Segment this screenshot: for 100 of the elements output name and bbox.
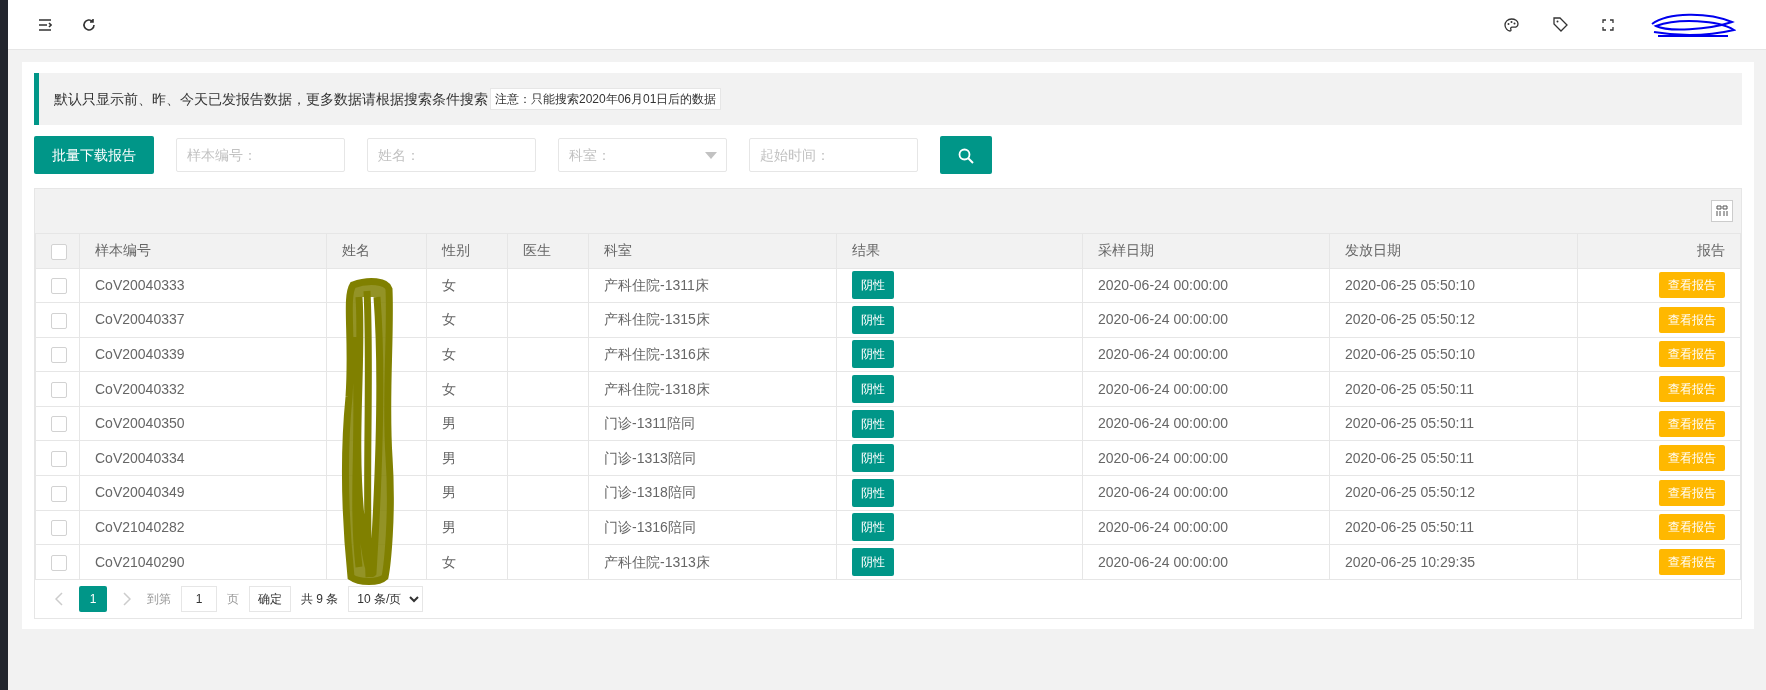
input-field[interactable]: 样本编号： bbox=[176, 138, 345, 172]
batch-download-button[interactable]: 批量下载报告 bbox=[34, 136, 154, 174]
date-text: 2020-06-25 05:50:10 bbox=[1345, 346, 1475, 362]
sex-text: 女 bbox=[442, 346, 456, 362]
page-size-select[interactable]: 10 条/页 bbox=[348, 585, 424, 612]
department-text: 门诊-1311陪同 bbox=[604, 415, 695, 432]
column-header: 报告 bbox=[1697, 242, 1725, 259]
select-all-checkbox[interactable] bbox=[51, 243, 67, 260]
sample-id: CoV20040333 bbox=[95, 276, 185, 293]
total-count: 共 9 条 bbox=[301, 590, 339, 608]
result-badge: 阴性 bbox=[852, 548, 894, 577]
column-header: 医生 bbox=[523, 242, 551, 259]
sample-id: CoV21040282 bbox=[95, 518, 185, 535]
input-field[interactable]: 姓名： bbox=[367, 138, 536, 172]
column-header: 采样日期 bbox=[1098, 242, 1154, 259]
view-report-button[interactable]: 查看报告 bbox=[1659, 479, 1725, 506]
view-report-button[interactable]: 查看报告 bbox=[1659, 376, 1725, 403]
page-button[interactable]: 1 bbox=[79, 585, 107, 612]
row-checkbox[interactable] bbox=[51, 451, 67, 468]
date-text: 2020-06-25 05:50:10 bbox=[1345, 276, 1475, 293]
input-field[interactable]: 起始时间： bbox=[749, 138, 918, 172]
sample-id: CoV20040350 bbox=[95, 415, 185, 432]
menu-icon[interactable] bbox=[38, 18, 52, 31]
sex-text: 男 bbox=[442, 415, 456, 432]
department-text: 产科住院-1313床 bbox=[604, 553, 710, 570]
date-text: 2020-06-25 05:50:12 bbox=[1345, 484, 1475, 501]
result-badge: 阴性 bbox=[852, 409, 894, 438]
result-badge: 阴性 bbox=[852, 444, 894, 473]
next-page-icon[interactable] bbox=[123, 591, 131, 606]
view-report-button[interactable]: 查看报告 bbox=[1659, 445, 1725, 472]
column-header: 结果 bbox=[852, 242, 880, 259]
row-checkbox[interactable] bbox=[51, 312, 67, 329]
department-text: 产科住院-1311床 bbox=[604, 276, 709, 293]
date-text: 2020-06-24 00:00:00 bbox=[1098, 415, 1228, 432]
row-checkbox[interactable] bbox=[51, 347, 67, 364]
sample-id: CoV20040332 bbox=[95, 380, 185, 397]
view-report-button[interactable]: 查看报告 bbox=[1659, 514, 1725, 541]
result-badge: 阴性 bbox=[852, 305, 894, 334]
date-text: 2020-06-24 00:00:00 bbox=[1098, 449, 1228, 466]
prev-page-icon[interactable] bbox=[55, 591, 63, 606]
sex-text: 女 bbox=[442, 311, 456, 328]
result-badge: 阴性 bbox=[852, 340, 894, 369]
column-header: 姓名 bbox=[342, 242, 370, 259]
notice-text: 默认只显示前、昨、今天已发报告数据，更多数据请根据搜索条件搜索 bbox=[54, 89, 488, 109]
view-report-button[interactable]: 查看报告 bbox=[1659, 272, 1725, 299]
sex-text: 男 bbox=[442, 484, 456, 501]
result-badge: 阴性 bbox=[852, 375, 894, 404]
row-checkbox[interactable] bbox=[51, 485, 67, 502]
confirm-button[interactable]: 确定 bbox=[249, 585, 291, 612]
date-text: 2020-06-25 10:29:35 bbox=[1345, 553, 1475, 570]
sample-id: CoV20040334 bbox=[95, 449, 185, 466]
sample-id: CoV20040339 bbox=[95, 346, 185, 362]
column-header: 样本编号 bbox=[95, 242, 151, 259]
view-report-button[interactable]: 查看报告 bbox=[1659, 306, 1725, 333]
note-tag: 注意：只能搜索2020年06月01日后的数据 bbox=[490, 88, 722, 110]
row-checkbox[interactable] bbox=[51, 416, 67, 433]
search-button[interactable] bbox=[940, 136, 992, 174]
result-badge: 阴性 bbox=[852, 271, 894, 300]
sample-id: CoV20040349 bbox=[95, 484, 185, 501]
row-checkbox[interactable] bbox=[51, 554, 67, 571]
row-checkbox[interactable] bbox=[51, 520, 67, 537]
columns-icon[interactable] bbox=[1711, 200, 1733, 222]
search-icon bbox=[958, 147, 974, 164]
date-text: 2020-06-25 05:50:11 bbox=[1345, 449, 1474, 466]
department-text: 门诊-1318陪同 bbox=[604, 484, 696, 501]
department-text: 产科住院-1315床 bbox=[604, 311, 710, 328]
sex-text: 男 bbox=[442, 449, 456, 466]
department-text: 门诊-1316陪同 bbox=[604, 518, 696, 535]
date-text: 2020-06-24 00:00:00 bbox=[1098, 380, 1228, 397]
date-text: 2020-06-25 05:50:12 bbox=[1345, 311, 1475, 328]
column-header: 性别 bbox=[442, 242, 470, 259]
result-badge: 阴性 bbox=[852, 513, 894, 542]
department-text: 产科住院-1318床 bbox=[604, 380, 710, 397]
sex-text: 男 bbox=[442, 518, 456, 535]
view-report-button[interactable]: 查看报告 bbox=[1659, 341, 1725, 368]
department-select[interactable]: 科室： bbox=[558, 138, 727, 172]
row-checkbox[interactable] bbox=[51, 278, 67, 295]
date-text: 2020-06-25 05:50:11 bbox=[1345, 518, 1474, 535]
date-text: 2020-06-24 00:00:00 bbox=[1098, 311, 1228, 328]
goto-label: 到第 bbox=[147, 590, 171, 608]
date-text: 2020-06-25 05:50:11 bbox=[1345, 415, 1474, 432]
date-text: 2020-06-24 00:00:00 bbox=[1098, 346, 1228, 362]
page-input[interactable]: 1 bbox=[181, 585, 217, 612]
view-report-button[interactable]: 查看报告 bbox=[1659, 410, 1725, 437]
caret-icon bbox=[705, 152, 717, 159]
sex-text: 女 bbox=[442, 553, 456, 570]
view-report-button[interactable]: 查看报告 bbox=[1659, 549, 1725, 576]
fullscreen-icon[interactable] bbox=[1602, 18, 1614, 31]
date-text: 2020-06-24 00:00:00 bbox=[1098, 484, 1228, 501]
sample-id: CoV21040290 bbox=[95, 553, 185, 570]
sex-text: 女 bbox=[442, 380, 456, 397]
palette-icon[interactable] bbox=[1504, 17, 1519, 32]
date-text: 2020-06-24 00:00:00 bbox=[1098, 553, 1228, 570]
department-text: 产科住院-1316床 bbox=[604, 346, 710, 362]
refresh-icon[interactable] bbox=[82, 17, 96, 32]
page-label: 页 bbox=[227, 590, 239, 608]
tag-icon[interactable] bbox=[1553, 17, 1568, 32]
date-text: 2020-06-24 00:00:00 bbox=[1098, 518, 1228, 535]
date-text: 2020-06-24 00:00:00 bbox=[1098, 276, 1228, 293]
row-checkbox[interactable] bbox=[51, 381, 67, 398]
